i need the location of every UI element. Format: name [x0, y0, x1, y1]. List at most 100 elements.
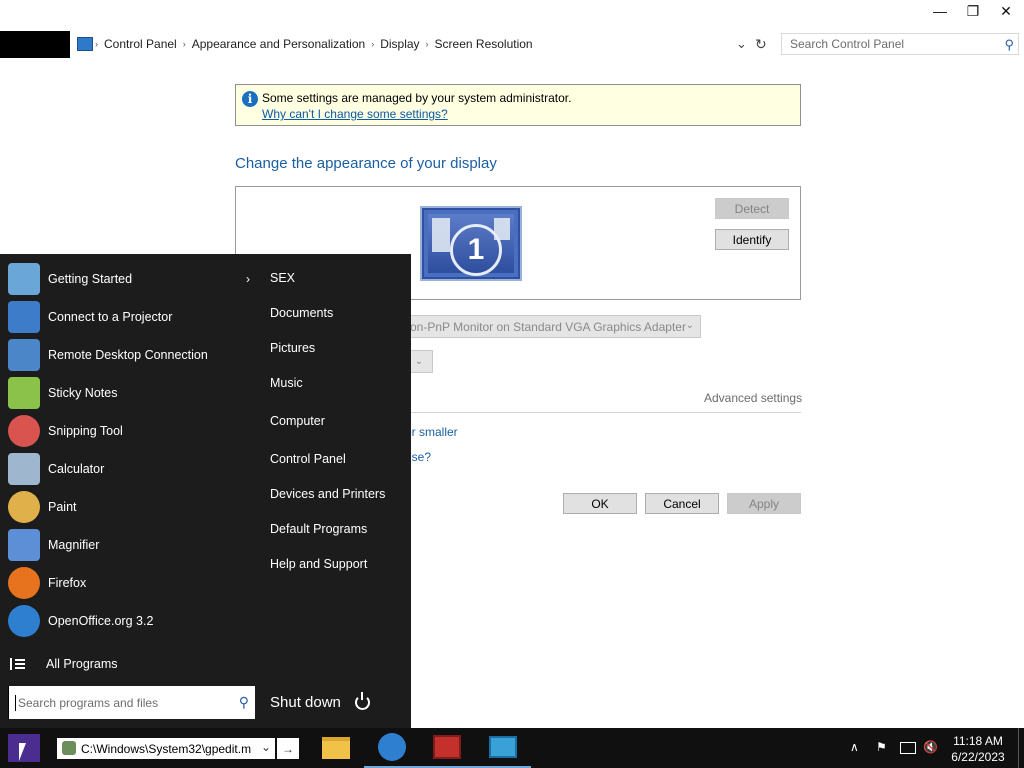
display-settings-icon [489, 736, 517, 758]
program-label: Connect to a Projector [48, 310, 173, 324]
all-programs-button[interactable]: All Programs [10, 657, 118, 671]
all-programs-label: All Programs [46, 657, 118, 671]
program-getting-started[interactable]: Getting Started › [8, 261, 258, 297]
display-select[interactable]: on-PnP Monitor on Standard VGA Graphics … [405, 315, 701, 338]
openoffice-icon [378, 733, 406, 761]
place-help-support[interactable]: Help and Support [270, 557, 367, 571]
cancel-button[interactable]: Cancel [645, 493, 719, 514]
breadcrumb-separator-icon: › [95, 39, 98, 49]
page-title: Change the appearance of your display [235, 155, 497, 172]
breadcrumb-display[interactable]: Display [380, 37, 419, 51]
shutdown-button[interactable]: Shut down [270, 692, 370, 711]
minimize-button[interactable]: — [923, 0, 957, 22]
refresh-icon[interactable]: ↻ [755, 36, 767, 53]
ok-button[interactable]: OK [563, 493, 637, 514]
getting-started-icon [8, 263, 40, 295]
openoffice-icon [8, 605, 40, 637]
place-music[interactable]: Music [270, 376, 303, 390]
info-message: Some settings are managed by your system… [262, 91, 572, 105]
identify-button[interactable]: Identify [715, 229, 789, 250]
folder-icon [322, 737, 350, 759]
program-connect-projector[interactable]: Connect to a Projector [8, 299, 258, 335]
advanced-settings-link[interactable]: Advanced settings [704, 391, 802, 405]
breadcrumb-appearance[interactable]: Appearance and Personalization [192, 37, 365, 51]
breadcrumb-separator-icon: › [182, 39, 186, 49]
place-documents[interactable]: Documents [270, 306, 333, 320]
place-default-programs[interactable]: Default Programs [270, 522, 367, 536]
clock-time: 11:18 AM [953, 734, 1003, 748]
run-address-value: C:\Windows\System32\gpedit.m [81, 741, 252, 756]
program-snipping-tool[interactable]: Snipping Tool [8, 413, 258, 449]
program-label: Paint [48, 500, 77, 514]
shutdown-label: Shut down [270, 694, 341, 711]
program-label: Remote Desktop Connection [48, 348, 208, 362]
taskbar-toolbox[interactable] [419, 728, 475, 768]
program-openoffice[interactable]: OpenOffice.org 3.2 [8, 603, 258, 639]
sticky-notes-icon [8, 377, 40, 409]
text-size-link[interactable]: or smaller [405, 425, 458, 439]
chevron-down-icon: ⌄ [685, 320, 694, 331]
power-icon [354, 692, 370, 710]
detect-button[interactable]: Detect [715, 198, 789, 219]
program-sticky-notes[interactable]: Sticky Notes [8, 375, 258, 411]
restore-icon: ❐ [966, 2, 980, 19]
breadcrumb-screen-resolution[interactable]: Screen Resolution [435, 37, 533, 51]
place-user-folder[interactable]: SEX [270, 271, 295, 285]
place-computer[interactable]: Computer [270, 414, 325, 428]
admin-info-bar: i Some settings are managed by your syst… [235, 84, 801, 126]
toolbox-icon [433, 735, 461, 759]
taskbar-file-explorer[interactable] [308, 728, 364, 768]
system-clock[interactable]: 11:18 AM 6/22/2023 [946, 733, 1010, 765]
monitor-window-glyph [432, 218, 450, 252]
text-caret [15, 694, 16, 711]
program-calculator[interactable]: Calculator [8, 451, 258, 487]
apply-button[interactable]: Apply [727, 493, 801, 514]
magnifier-icon [8, 529, 40, 561]
chevron-right-icon: › [246, 272, 250, 286]
taskbar-control-panel[interactable] [475, 728, 531, 768]
program-paint[interactable]: Paint [8, 489, 258, 525]
info-help-link[interactable]: Why can't I change some settings? [262, 107, 448, 121]
show-hidden-icons[interactable]: ∧ [850, 740, 859, 754]
place-pictures[interactable]: Pictures [270, 341, 315, 355]
address-dropdown-icon[interactable]: ⌄ [736, 36, 747, 52]
start-menu: Getting Started › Connect to a Projector… [0, 254, 411, 728]
monitor-screen: 1 [428, 214, 514, 276]
search-input[interactable]: Search Control Panel ⚲ [781, 33, 1019, 55]
close-button[interactable]: ✕ [989, 0, 1023, 22]
breadcrumb-separator-icon: › [425, 39, 429, 49]
program-firefox[interactable]: Firefox [8, 565, 258, 601]
address-bar[interactable]: › Control Panel › Appearance and Persona… [73, 33, 773, 55]
monitor-1-icon[interactable]: 1 [420, 206, 522, 281]
clock-date: 6/22/2023 [951, 750, 1005, 764]
chevron-down-icon[interactable]: ⌄ [260, 740, 271, 754]
action-center-flag-icon[interactable]: ⚑ [876, 740, 887, 754]
program-label: Getting Started [48, 272, 133, 286]
run-address-input[interactable]: C:\Windows\System32\gpedit.m ⌄ [57, 738, 275, 759]
network-icon[interactable] [900, 742, 916, 754]
volume-muted-icon[interactable]: 🔇 [923, 740, 938, 754]
list-icon [10, 658, 25, 670]
search-icon[interactable]: ⚲ [239, 694, 249, 711]
restore-button[interactable]: ❐ [956, 0, 990, 22]
taskbar-openoffice[interactable] [364, 728, 420, 768]
paint-icon [8, 491, 40, 523]
taskbar: C:\Windows\System32\gpedit.m ⌄ → ∧ ⚑ 🔇 1… [0, 728, 1024, 768]
start-search-input[interactable]: Search programs and files ⚲ [8, 686, 255, 719]
program-magnifier[interactable]: Magnifier [8, 527, 258, 563]
program-remote-desktop[interactable]: Remote Desktop Connection [8, 337, 258, 373]
run-go-button[interactable]: → [277, 738, 299, 759]
place-control-panel[interactable]: Control Panel [270, 452, 346, 466]
program-label: Sticky Notes [48, 386, 118, 400]
search-placeholder: Search Control Panel [790, 37, 905, 51]
back-forward-buttons[interactable] [0, 31, 70, 58]
control-panel-icon [77, 37, 93, 51]
program-label: OpenOffice.org 3.2 [48, 614, 154, 628]
place-devices-printers[interactable]: Devices and Printers [270, 487, 385, 501]
minimize-icon: — [933, 3, 947, 19]
start-search-placeholder: Search programs and files [18, 695, 159, 710]
search-icon[interactable]: ⚲ [1004, 37, 1014, 53]
snipping-tool-icon [8, 415, 40, 447]
breadcrumb-control-panel[interactable]: Control Panel [104, 37, 177, 51]
show-desktop-button[interactable] [1018, 728, 1019, 768]
